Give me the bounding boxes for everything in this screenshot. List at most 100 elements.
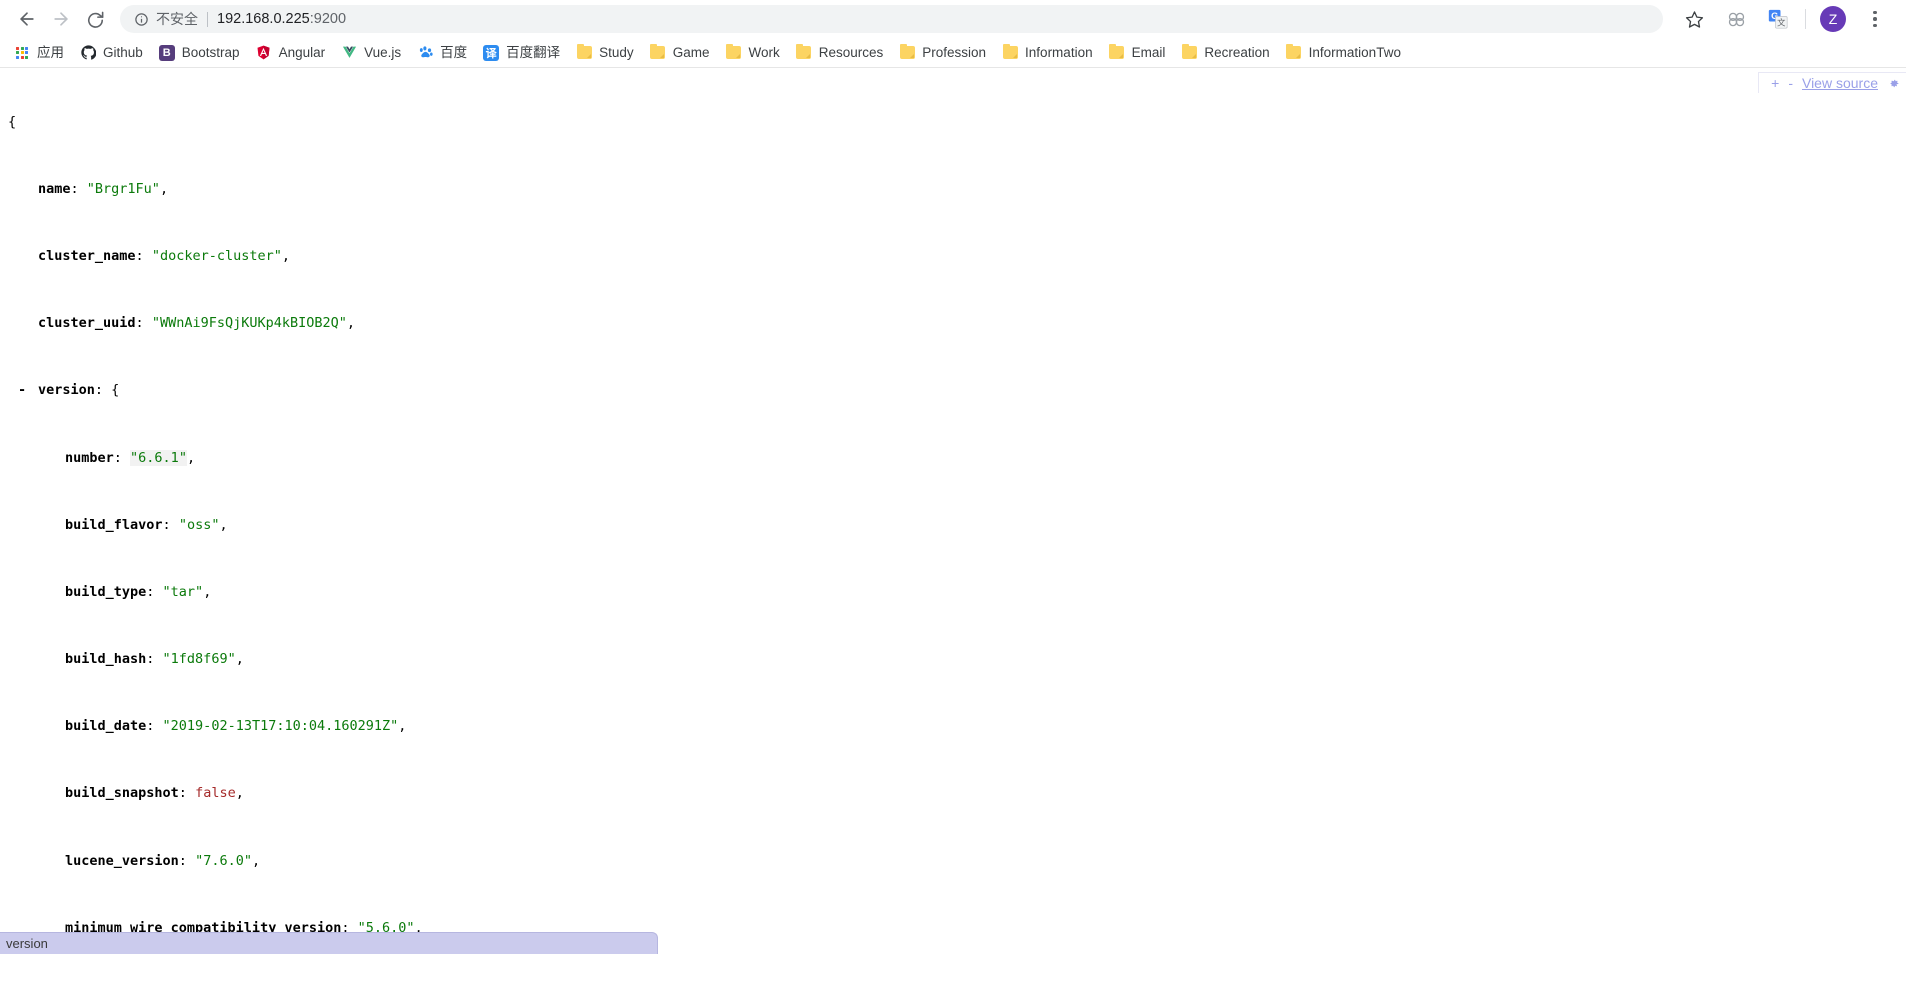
bookmark-item--[interactable]: 译百度翻译 xyxy=(475,41,568,65)
bookmark-label: Resources xyxy=(818,44,884,60)
comma-8: , xyxy=(398,718,407,735)
avatar[interactable]: Z xyxy=(1820,6,1846,32)
bookmark-label: Bootstrap xyxy=(181,44,240,60)
comma-1: , xyxy=(159,180,169,197)
extensions-icon[interactable] xyxy=(1720,3,1752,35)
json-line-build-type: build_type: "tar", xyxy=(65,583,212,600)
open-brace: { xyxy=(8,113,17,130)
folder-icon xyxy=(725,43,741,61)
folder-icon xyxy=(1181,43,1197,61)
folder-icon xyxy=(796,43,812,61)
json-value-name: "Brgr1Fu" xyxy=(86,180,160,197)
bookmark-item-github[interactable]: Github xyxy=(72,41,151,65)
bookmark-item-informationtwo[interactable]: InformationTwo xyxy=(1278,41,1409,65)
bookmark-label: 应用 xyxy=(37,44,64,60)
back-button[interactable] xyxy=(10,2,44,36)
bookmark-label: Information xyxy=(1025,44,1093,60)
json-body: { name: "Brgr1Fu", cluster_name: "docker… xyxy=(0,68,1906,954)
three-dot-menu-icon[interactable] xyxy=(1859,3,1891,35)
json-value-number: "6.6.1" xyxy=(130,449,187,466)
apps-grid-icon xyxy=(14,45,30,61)
bookmark-label: Vue.js xyxy=(364,44,402,60)
folder-icon xyxy=(1286,43,1302,61)
comma-10: , xyxy=(251,852,261,869)
json-key-version: version xyxy=(38,382,95,399)
baidu-icon xyxy=(417,45,433,61)
json-key-build-snapshot: build_snapshot xyxy=(65,785,179,802)
site-info-icon[interactable] xyxy=(134,12,149,27)
bookmark-label: Angular xyxy=(278,44,326,60)
bookmarks-bar: 应用 Github B Bootstrap Angular Vue.js 百度译百度翻译 St… xyxy=(0,38,1906,68)
bookmark-label: InformationTwo xyxy=(1308,44,1401,60)
url-host-text: 192.168.0.225 xyxy=(217,11,310,27)
folder-icon xyxy=(1109,43,1125,61)
comma-4: , xyxy=(186,449,196,466)
bookmark-label: Profession xyxy=(922,44,987,60)
reload-button[interactable] xyxy=(78,2,112,36)
json-value-build-hash: "1fd8f69" xyxy=(162,651,236,668)
bookmark-item-game[interactable]: Game xyxy=(642,41,718,65)
comma-5: , xyxy=(219,516,228,533)
json-value-build-snapshot: false xyxy=(195,785,236,802)
comma-6: , xyxy=(203,583,212,600)
security-status-text: 不安全 xyxy=(156,11,198,27)
json-key-number: number xyxy=(65,449,114,466)
star-icon[interactable] xyxy=(1678,3,1710,35)
json-key-build-date: build_date xyxy=(65,718,147,735)
json-line-version-open: - version: { xyxy=(18,382,120,399)
comma-7: , xyxy=(235,651,244,668)
bookmark-label: Study xyxy=(599,44,634,60)
bookmark-label: Work xyxy=(748,44,780,60)
json-value-build-date: "2019-02-13T17:10:04.160291Z" xyxy=(162,718,399,735)
github-icon xyxy=(80,45,96,61)
json-value-lucene-version: "7.6.0" xyxy=(195,852,252,869)
bookmark-item-recreation[interactable]: Recreation xyxy=(1173,41,1277,65)
json-key-cluster-uuid: cluster_uuid xyxy=(38,315,136,332)
bookmark-item--[interactable]: 应用 xyxy=(6,41,72,65)
bookmark-item-information[interactable]: Information xyxy=(994,41,1101,65)
bookmark-item-resources[interactable]: Resources xyxy=(788,41,892,65)
google-translate-icon[interactable]: G 文 xyxy=(1762,3,1794,35)
json-line-build-snapshot: build_snapshot: false, xyxy=(65,785,244,802)
json-key-build-hash: build_hash xyxy=(65,651,147,668)
json-line-name: name: "Brgr1Fu", xyxy=(38,180,169,197)
folder-icon xyxy=(899,43,915,61)
toolbar-divider xyxy=(1805,9,1806,29)
json-key-lucene-version: lucene_version xyxy=(65,852,179,869)
browser-toolbar: 不安全 192.168.0.225:9200 G 文 Z xyxy=(0,0,1906,38)
view-source-link[interactable]: View source xyxy=(1802,75,1878,91)
bookmark-item-study[interactable]: Study xyxy=(568,41,642,65)
bookmark-label: Email xyxy=(1131,44,1166,60)
json-key-cluster-name: cluster_name xyxy=(38,247,136,264)
bookmark-label: 百度 xyxy=(440,44,468,60)
angular-icon xyxy=(256,45,272,61)
bookmark-item-email[interactable]: Email xyxy=(1101,41,1174,65)
json-line-lucene-version: lucene_version: "7.6.0", xyxy=(65,852,261,869)
json-value-build-flavor: "oss" xyxy=(178,516,220,533)
svg-text:文: 文 xyxy=(1777,18,1786,28)
bookmark-label: Github xyxy=(103,44,143,60)
bookmark-item--[interactable]: 百度 xyxy=(409,41,475,65)
omnibox-divider xyxy=(207,11,208,27)
bookmark-item-vue-js[interactable]: Vue.js xyxy=(333,41,409,65)
bookmark-item-bootstrap[interactable]: B Bootstrap xyxy=(151,41,248,65)
expand-all-button[interactable]: + xyxy=(1771,75,1779,91)
bookmark-item-work[interactable]: Work xyxy=(717,41,787,65)
comma-9: , xyxy=(235,785,244,802)
gear-icon[interactable] xyxy=(1887,77,1900,90)
json-line-build-hash: build_hash: "1fd8f69", xyxy=(65,651,244,668)
version-open-brace: { xyxy=(111,382,120,399)
baidu-translate-icon: 译 xyxy=(483,44,500,61)
bootstrap-icon: B xyxy=(158,44,175,61)
json-value-cluster-name: "docker-cluster" xyxy=(151,247,282,264)
forward-button[interactable] xyxy=(44,2,78,36)
bookmark-item-profession[interactable]: Profession xyxy=(891,41,994,65)
address-bar[interactable]: 不安全 192.168.0.225:9200 xyxy=(120,5,1663,33)
status-bar: version xyxy=(0,932,658,954)
json-line-cluster-name: cluster_name: "docker-cluster", xyxy=(38,247,290,264)
json-line-cluster-uuid: cluster_uuid: "WWnAi9FsQjKUKp4kBIOB2Q", xyxy=(38,315,356,332)
bookmark-item-angular[interactable]: Angular xyxy=(248,41,334,65)
collapse-all-button[interactable]: - xyxy=(1788,75,1793,91)
json-line-open: { xyxy=(8,114,1906,131)
collapse-toggle-version[interactable]: - xyxy=(18,382,26,399)
